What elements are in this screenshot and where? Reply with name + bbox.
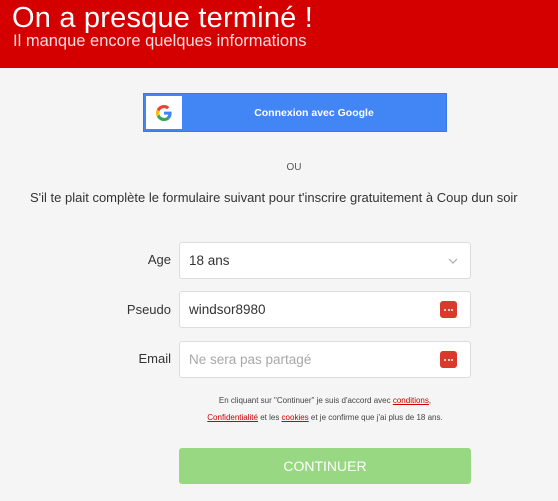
confidentialite-link[interactable]: Confidentialité — [207, 413, 258, 422]
page-subtitle: Il manque encore quelques informations — [13, 32, 307, 50]
page-header: On a presque terminé ! Il manque encore … — [0, 0, 558, 68]
chevron-down-icon — [448, 258, 458, 264]
email-input[interactable] — [180, 342, 470, 377]
page-title: On a presque terminé ! — [12, 2, 313, 34]
terms-part3: et je confirme que j'ai plus de 18 ans. — [308, 413, 443, 422]
cookies-link[interactable]: cookies — [282, 413, 309, 422]
password-manager-icon[interactable] — [440, 301, 457, 318]
google-login-button[interactable]: Connexion avec Google — [143, 93, 447, 132]
terms-part2: et les — [257, 413, 282, 422]
terms-text: En cliquant sur "Continuer" je suis d'ac… — [150, 392, 500, 426]
email-label: Email — [138, 351, 171, 366]
age-value: 18 ans — [189, 253, 230, 268]
terms-part1: En cliquant sur "Continuer" je suis d'ac… — [218, 396, 393, 405]
email-field[interactable] — [179, 341, 471, 378]
or-separator: OU — [286, 162, 302, 173]
pseudo-field[interactable]: windsor8980 — [179, 291, 471, 328]
google-g-icon — [156, 104, 172, 121]
form-intro-text: S'il te plait complète le formulaire sui… — [30, 190, 518, 205]
age-label: Age — [147, 252, 171, 267]
terms-comma: , — [428, 396, 432, 405]
password-manager-icon[interactable] — [440, 351, 457, 368]
pseudo-value[interactable]: windsor8980 — [189, 292, 266, 327]
conditions-link[interactable]: conditions — [393, 396, 429, 405]
google-logo-box — [146, 96, 182, 129]
age-select[interactable]: 18 ans — [179, 242, 471, 279]
pseudo-label: Pseudo — [126, 302, 171, 317]
continue-button[interactable]: CONTINUER — [179, 448, 471, 484]
google-login-label: Connexion avec Google — [254, 106, 374, 119]
